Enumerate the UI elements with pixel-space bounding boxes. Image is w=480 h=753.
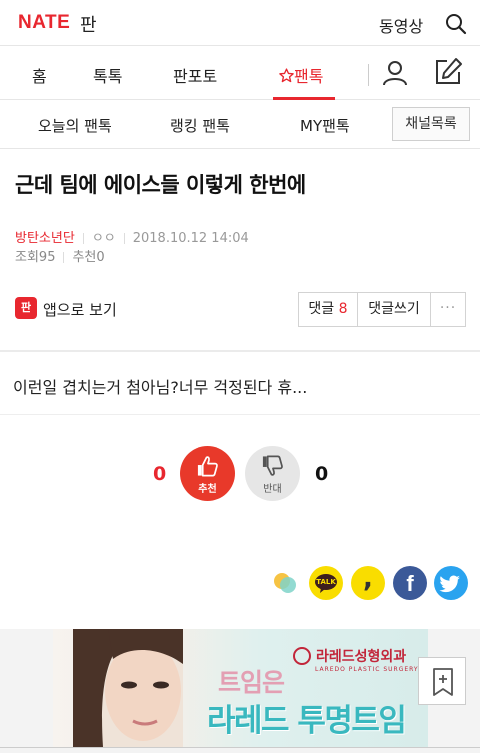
band-share-button[interactable]: , [351, 566, 385, 600]
twitter-icon [439, 575, 460, 593]
recommend-count: 0 [96, 250, 105, 265]
pann-logo[interactable]: 판 [80, 11, 97, 37]
band-icon: , [363, 564, 373, 594]
kakaotalk-share-button[interactable]: TALK [309, 566, 343, 600]
main-nav: 홈 톡톡 판포토 팬톡 [0, 47, 480, 100]
dislike-count: 0 [315, 463, 329, 485]
views-count: 95 [38, 250, 56, 265]
top-bar: NATE 판 동영상 [0, 0, 480, 46]
app-view-label: 앱으로 보기 [43, 301, 117, 319]
body-divider [0, 414, 480, 415]
pann-app-icon: 판 [15, 297, 37, 319]
write-icon[interactable] [433, 57, 463, 87]
ad-banner[interactable]: 라레드성형외과 LAREDO PLASTIC SURGERY 트임은 라레드 투… [53, 629, 428, 747]
twitter-share-button[interactable] [434, 566, 468, 600]
ad-brand: 라레드성형외과 [316, 649, 407, 665]
facebook-share-button[interactable]: f [393, 566, 427, 600]
active-tab-indicator [273, 97, 335, 100]
sub-nav: 오늘의 팬톡 랭킹 팬톡 MY팬톡 채널목록 [0, 101, 480, 149]
kakaostory-share-button[interactable] [268, 566, 302, 600]
tab-fantalk[interactable]: 팬톡 [279, 63, 323, 87]
model-face-image [73, 629, 183, 747]
ad-brand-sub: LAREDO PLASTIC SURGERY [315, 666, 419, 673]
comment-count: 8 [338, 301, 348, 317]
subnav-my-fantalk[interactable]: MY팬톡 [300, 115, 350, 136]
bottom-divider [0, 747, 480, 748]
comment-label: 댓글 [308, 301, 335, 317]
channel-list-button[interactable]: 채널목록 [392, 107, 470, 141]
views-label: 조회 [15, 250, 39, 265]
ad-area: 라레드성형외과 LAREDO PLASTIC SURGERY 트임은 라레드 투… [0, 629, 480, 753]
tab-pannphoto[interactable]: 판포토 [173, 63, 217, 87]
channel-name[interactable]: 방탄소년단 [15, 231, 75, 246]
ad-tagline: 라레드 투명트임 [207, 703, 407, 739]
bookmark-button[interactable] [418, 657, 466, 705]
clinic-logo [293, 647, 311, 665]
post-stats: 조회95 추천0 [15, 246, 105, 265]
like-label: 추천 [198, 484, 217, 495]
tab-home[interactable]: 홈 [32, 63, 47, 87]
tab-toktok[interactable]: 톡톡 [93, 63, 122, 87]
kakaotalk-label: TALK [316, 578, 336, 586]
author-nickname: ㅇㅇ [91, 231, 116, 246]
facebook-icon: f [406, 571, 414, 596]
more-button[interactable]: ··· [431, 293, 465, 326]
video-link[interactable]: 동영상 [379, 13, 423, 37]
thumbs-down-icon [262, 455, 283, 476]
like-button[interactable]: 추천 [180, 446, 235, 501]
subnav-ranking-fantalk[interactable]: 랭킹 팬톡 [170, 115, 230, 136]
post-title: 근데 팀에 에이스들 이렇게 한번에 [15, 173, 306, 197]
post-meta: 방탄소년단 ㅇㅇ 2018.10.12 14:04 [15, 227, 249, 246]
search-icon[interactable] [445, 13, 467, 35]
post-body: 이런일 겹치는거 첨아님?너무 걱정된다 휴... [13, 378, 308, 397]
thumbs-up-icon [197, 456, 218, 477]
subnav-today-fantalk[interactable]: 오늘의 팬톡 [38, 115, 112, 136]
like-count: 0 [153, 463, 167, 485]
content-divider [0, 350, 480, 352]
post-date: 2018.10.12 14:04 [132, 231, 249, 246]
comment-button[interactable]: 댓글 8 [299, 293, 358, 326]
star-icon [279, 68, 294, 83]
bookmark-add-icon [433, 668, 453, 696]
kakaostory-icon [274, 573, 296, 593]
dislike-label: 반대 [263, 484, 282, 495]
recommend-label: 추천 [72, 250, 97, 265]
comment-button-group: 댓글 8 댓글쓰기 ··· [298, 292, 466, 327]
nate-logo[interactable]: NATE [18, 12, 70, 34]
write-comment-button[interactable]: 댓글쓰기 [358, 293, 431, 326]
dislike-button[interactable]: 반대 [245, 446, 300, 501]
user-icon[interactable] [381, 59, 409, 87]
tab-fantalk-label: 팬톡 [294, 67, 324, 86]
nav-divider [368, 64, 369, 86]
ad-headline: 트임은 [218, 668, 285, 697]
